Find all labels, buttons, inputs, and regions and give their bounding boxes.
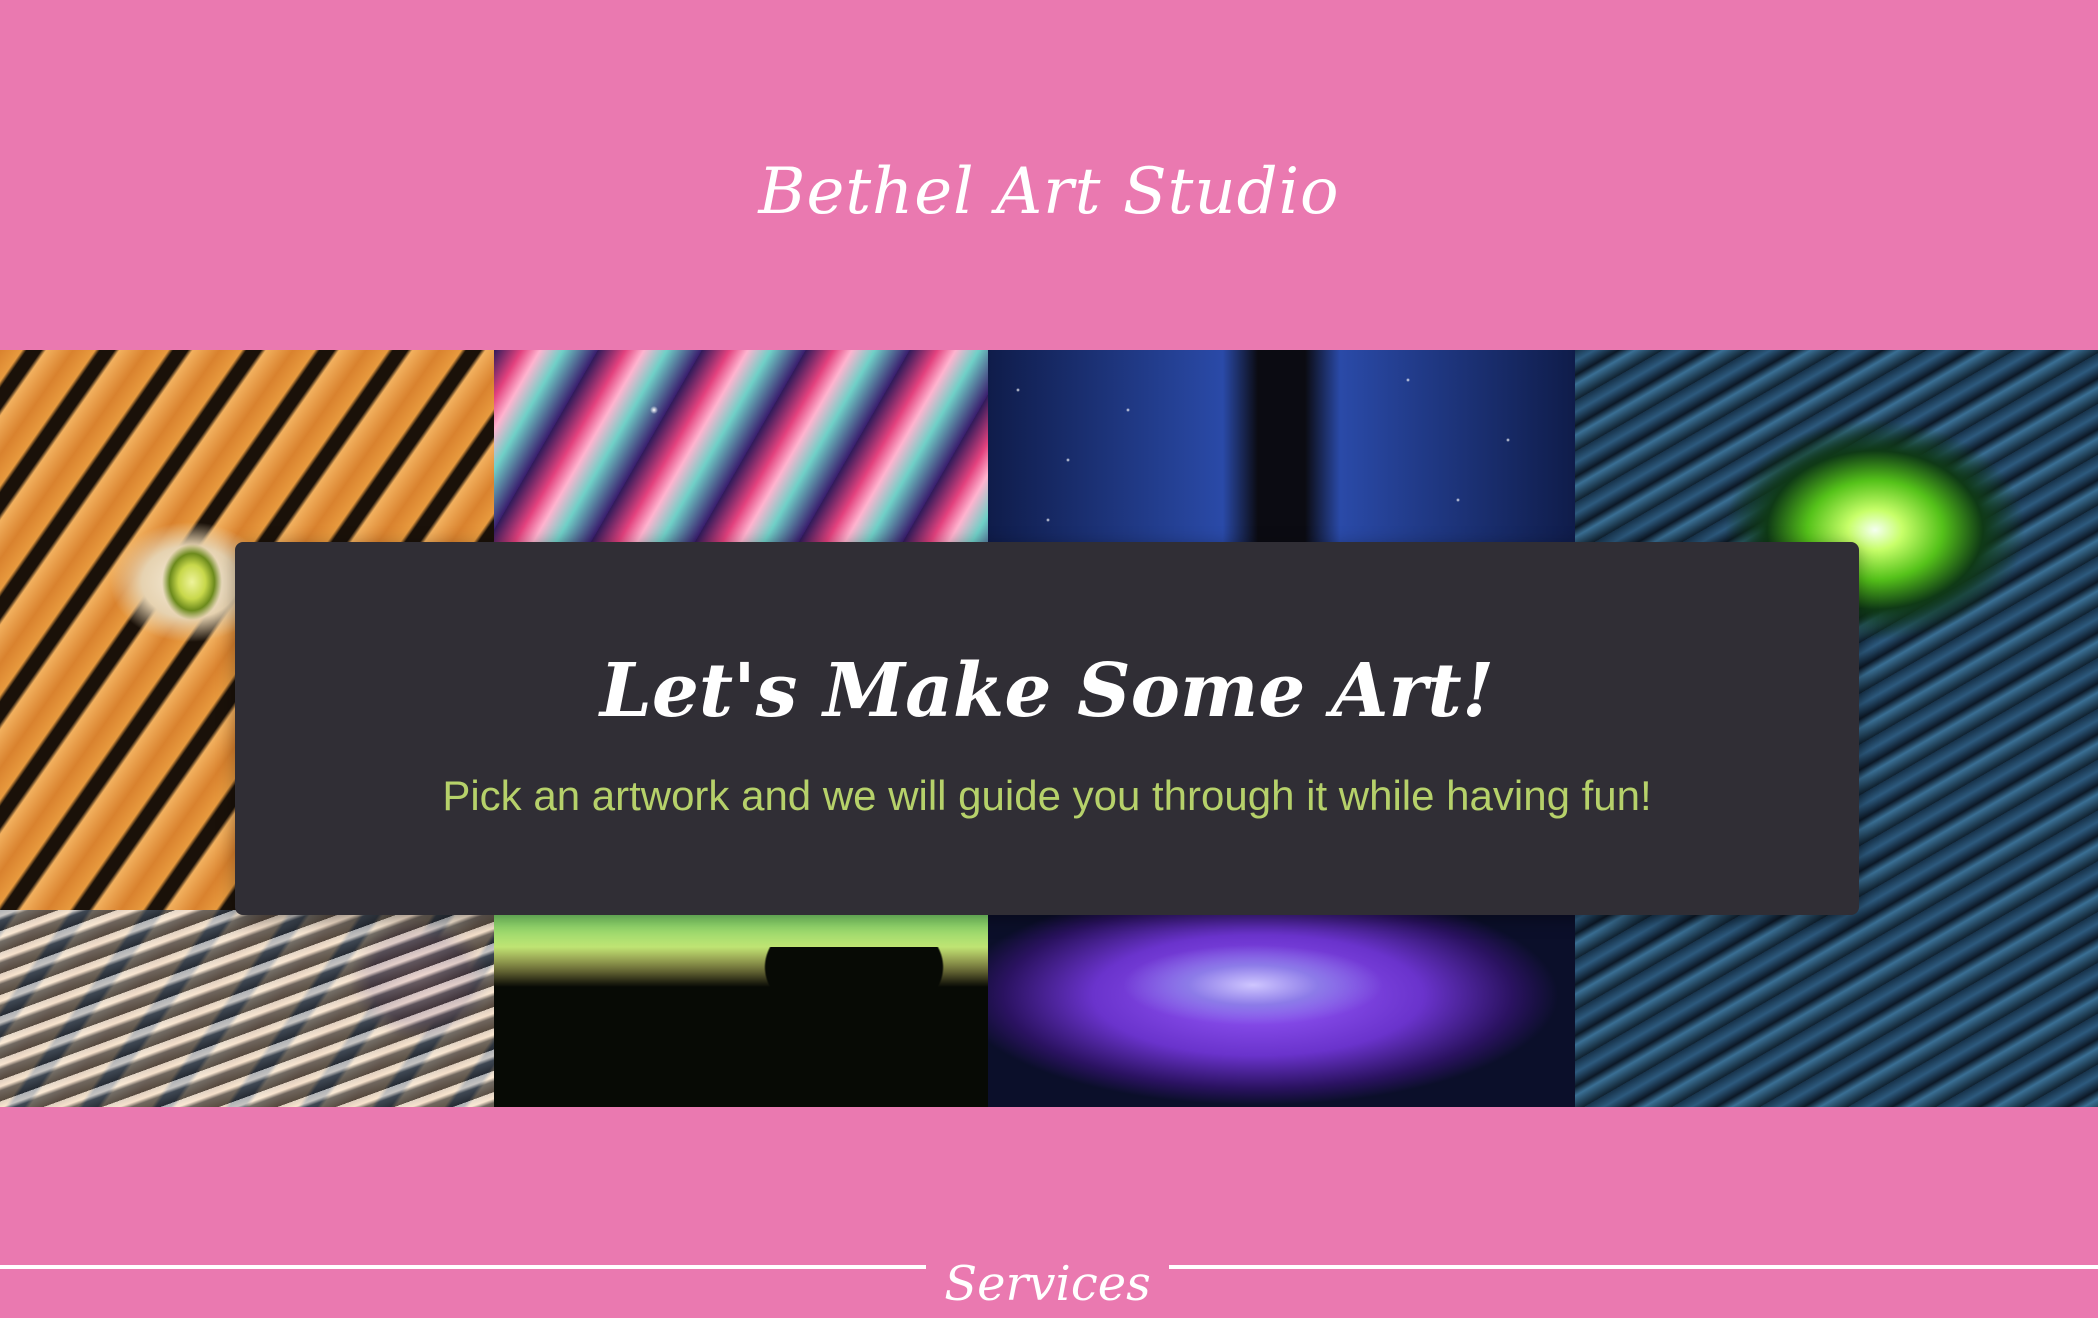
starry-night-painting-image: [988, 350, 1575, 545]
hero-subtitle: Pick an artwork and we will guide you th…: [442, 772, 1652, 819]
services-section: Services: [0, 1107, 2098, 1318]
divider-right: [1169, 1265, 2098, 1269]
site-header: Bethel Art Studio: [0, 0, 2098, 350]
hero-heading: Let's Make Some Art!: [599, 648, 1495, 734]
divider-left: [0, 1265, 926, 1269]
fountain-painting-image: [988, 915, 1575, 1107]
hero-section: Let's Make Some Art! Pick an artwork and…: [0, 350, 2098, 1107]
nebula-painting-image: [494, 350, 988, 545]
hero-card: Let's Make Some Art! Pick an artwork and…: [235, 542, 1859, 915]
site-title: Bethel Art Studio: [758, 155, 1340, 229]
services-heading: Services: [944, 1256, 1151, 1312]
silhouette-painting-image: [494, 915, 988, 1107]
